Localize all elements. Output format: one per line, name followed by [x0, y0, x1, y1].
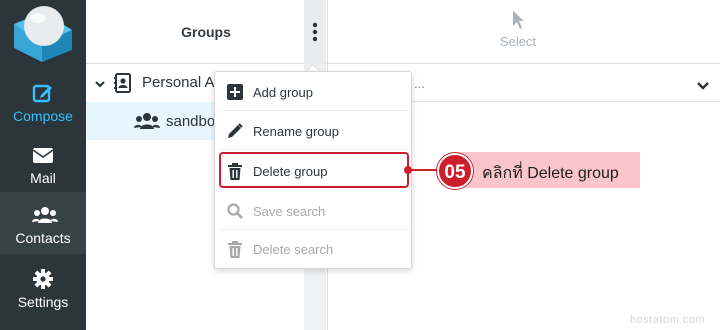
users-icon — [134, 111, 160, 136]
sidebar-item-contacts[interactable]: Contacts — [0, 192, 86, 254]
menu-item-delete-group[interactable]: Delete group — [219, 152, 409, 188]
pencil-icon — [227, 123, 243, 144]
menu-item-rename-group[interactable]: Rename group — [219, 112, 409, 150]
callout-text: คลิกที่ Delete group — [482, 165, 619, 182]
groups-header: Groups — [86, 0, 328, 64]
sidebar-item-mail[interactable]: Mail — [0, 132, 86, 194]
mail-icon — [32, 144, 54, 166]
sidebar-item-settings[interactable]: Settings — [0, 256, 86, 318]
menu-item-delete-search[interactable]: Delete search — [219, 230, 409, 268]
group-options-menu: Add group Rename group Delete group Save… — [214, 71, 412, 269]
callout-step-number: 05 — [437, 153, 473, 189]
callout-dot — [404, 166, 412, 174]
sidebar-item-label: Settings — [17, 294, 69, 310]
list-header-text: ... — [414, 76, 425, 91]
cursor-arrow-icon — [513, 11, 524, 29]
kebab-menu-icon — [312, 22, 318, 42]
panel-title: Groups — [181, 24, 231, 40]
menu-item-add-group[interactable]: Add group — [219, 73, 409, 111]
watermark: hostatom.com — [630, 314, 706, 326]
toolbar: Select — [328, 0, 720, 64]
contacts-icon — [32, 204, 58, 226]
sidebar-item-label: Contacts — [15, 230, 71, 246]
sidebar: Compose Mail Contacts Settings — [0, 0, 86, 330]
select-button[interactable]: Select — [488, 8, 548, 58]
group-label: sandbo — [166, 113, 216, 130]
app-window: Compose Mail Contacts Settings Groups Pe… — [0, 0, 720, 330]
sidebar-item-compose[interactable]: Compose — [0, 70, 86, 132]
address-book-label: Personal A — [142, 74, 215, 91]
menu-item-label: Add group — [253, 85, 313, 100]
gear-icon — [32, 268, 54, 290]
plus-square-icon — [227, 84, 243, 105]
search-icon — [227, 203, 243, 224]
sidebar-item-label: Mail — [30, 170, 56, 186]
address-book-icon — [114, 73, 132, 98]
chevron-down-icon[interactable] — [696, 78, 710, 96]
menu-item-label: Save search — [253, 204, 326, 219]
sidebar-item-label: Compose — [13, 108, 73, 124]
menu-item-label: Delete group — [253, 164, 328, 179]
menu-item-save-search[interactable]: Save search — [219, 192, 409, 230]
select-label: Select — [499, 34, 537, 49]
compose-icon — [32, 82, 54, 104]
trash-icon — [227, 241, 243, 263]
groups-options-button[interactable] — [304, 0, 326, 64]
callout-connector — [408, 169, 438, 171]
app-logo — [0, 0, 86, 66]
menu-item-label: Rename group — [253, 124, 339, 139]
chevron-down-icon[interactable] — [94, 77, 106, 95]
menu-item-label: Delete search — [253, 242, 334, 257]
trash-icon — [227, 163, 243, 185]
